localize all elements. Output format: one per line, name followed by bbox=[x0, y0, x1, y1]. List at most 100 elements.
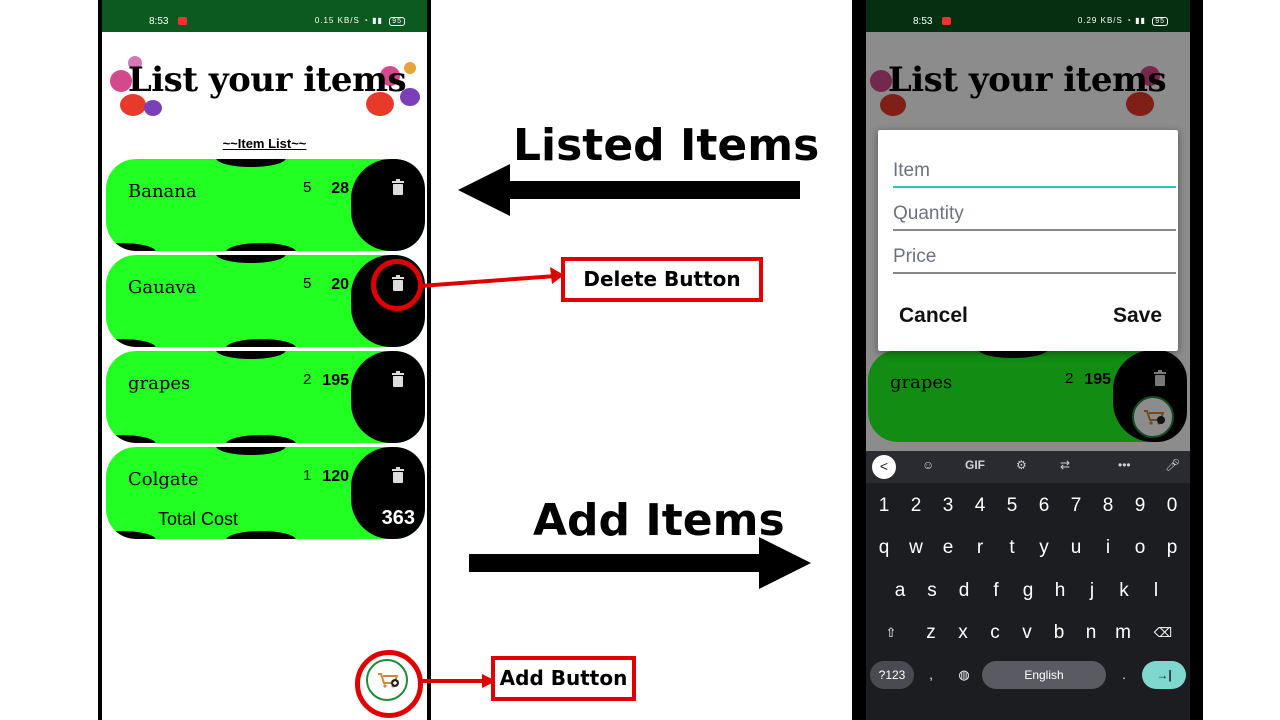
key-n[interactable]: n bbox=[1075, 616, 1107, 650]
card-decoration bbox=[216, 255, 286, 263]
key-c[interactable]: c bbox=[979, 616, 1011, 650]
status-icons: 0.15 KB/S ◔ ▮▮ 95 bbox=[315, 16, 405, 26]
backspace-key[interactable]: ⌫ bbox=[1147, 616, 1179, 650]
key-s[interactable]: s bbox=[916, 574, 948, 608]
key-f[interactable]: f bbox=[980, 574, 1012, 608]
period-key[interactable]: . bbox=[1108, 658, 1140, 692]
card-dark-panel bbox=[351, 159, 425, 251]
key-t[interactable]: t bbox=[996, 531, 1028, 565]
space-bar[interactable]: English bbox=[982, 661, 1106, 689]
total-cost-value: 363 bbox=[381, 507, 415, 529]
key-8[interactable]: 8 bbox=[1092, 489, 1124, 523]
translate-icon[interactable]: ⇄ bbox=[1060, 458, 1070, 472]
status-time: 8:53 bbox=[913, 16, 933, 27]
settings-icon[interactable]: ⚙ bbox=[1016, 458, 1027, 472]
collapse-icon[interactable]: < bbox=[872, 455, 896, 479]
key-k[interactable]: k bbox=[1108, 574, 1140, 608]
key-m[interactable]: m bbox=[1107, 616, 1139, 650]
key-3[interactable]: 3 bbox=[932, 489, 964, 523]
key-h[interactable]: h bbox=[1044, 574, 1076, 608]
wifi-icon: ◔ bbox=[1126, 16, 1132, 25]
status-bar: 8:53 0.29 KB/S ◔ ▮▮ 95 bbox=[866, 0, 1190, 32]
key-5[interactable]: 5 bbox=[996, 489, 1028, 523]
slide: 8:53 0.15 KB/S ◔ ▮▮ 95 List your items ~… bbox=[0, 0, 1280, 720]
add-button-highlight bbox=[355, 650, 423, 718]
key-2[interactable]: 2 bbox=[900, 489, 932, 523]
key-d[interactable]: d bbox=[948, 574, 980, 608]
item-name: Colgate bbox=[128, 469, 199, 490]
key-a[interactable]: a bbox=[884, 574, 916, 608]
mic-icon[interactable]: 🎤︎ bbox=[1165, 458, 1180, 472]
key-1[interactable]: 1 bbox=[868, 489, 900, 523]
key-j[interactable]: j bbox=[1076, 574, 1108, 608]
key-6[interactable]: 6 bbox=[1028, 489, 1060, 523]
key-g[interactable]: g bbox=[1012, 574, 1044, 608]
key-q[interactable]: q bbox=[868, 531, 900, 565]
key-i[interactable]: i bbox=[1092, 531, 1124, 565]
key-z[interactable]: z bbox=[915, 616, 947, 650]
key-y[interactable]: y bbox=[1028, 531, 1060, 565]
trash-icon[interactable] bbox=[391, 179, 405, 195]
more-icon[interactable]: ••• bbox=[1118, 458, 1131, 472]
card-decoration bbox=[226, 243, 296, 251]
comma-key[interactable]: , bbox=[915, 658, 947, 692]
key-b[interactable]: b bbox=[1043, 616, 1075, 650]
app-title: List your items bbox=[127, 60, 407, 100]
delete-callout-arrow bbox=[419, 267, 564, 288]
card-decoration bbox=[106, 339, 156, 347]
card-decoration bbox=[226, 339, 296, 347]
battery-icon: 95 bbox=[389, 17, 405, 26]
key-p[interactable]: p bbox=[1156, 531, 1188, 565]
quantity-field[interactable]: Quantity bbox=[893, 201, 1176, 231]
key-w[interactable]: w bbox=[900, 531, 932, 565]
item-field[interactable]: Item bbox=[893, 158, 1176, 188]
gif-button[interactable]: GIF bbox=[965, 458, 985, 472]
globe-icon[interactable]: ◍ bbox=[948, 658, 980, 692]
key-e[interactable]: e bbox=[932, 531, 964, 565]
key-9[interactable]: 9 bbox=[1124, 489, 1156, 523]
save-button[interactable]: Save bbox=[1113, 304, 1162, 328]
enter-key[interactable]: →| bbox=[1142, 661, 1186, 689]
signal-icon: ▮▮ bbox=[372, 16, 383, 25]
key-v[interactable]: v bbox=[1011, 616, 1043, 650]
list-item[interactable]: grapes 2 195 bbox=[106, 351, 425, 443]
delete-button-highlight bbox=[371, 259, 423, 311]
keyboard-toolbar: < ☺ GIF ⚙ ⇄ ••• 🎤︎ bbox=[866, 451, 1190, 483]
notification-icon bbox=[178, 17, 187, 25]
symbols-key[interactable]: ?123 bbox=[870, 661, 914, 689]
trash-icon[interactable] bbox=[391, 371, 405, 387]
flower-decoration bbox=[144, 100, 162, 116]
shift-key[interactable]: ⇧ bbox=[875, 616, 907, 650]
trash-icon[interactable] bbox=[391, 467, 405, 483]
sticker-icon[interactable]: ☺ bbox=[922, 458, 934, 472]
key-l[interactable]: l bbox=[1140, 574, 1172, 608]
list-item[interactable]: Banana 5 28 bbox=[106, 159, 425, 251]
signal-icon: ▮▮ bbox=[1135, 16, 1146, 25]
key-o[interactable]: o bbox=[1124, 531, 1156, 565]
list-item[interactable]: Colgate 1 120 Total Cost 363 bbox=[106, 447, 425, 539]
item-quantity: 1 bbox=[303, 467, 312, 484]
price-field[interactable]: Price bbox=[893, 244, 1176, 274]
add-items-arrow bbox=[469, 537, 811, 589]
key-x[interactable]: x bbox=[947, 616, 979, 650]
item-price: 120 bbox=[322, 468, 349, 485]
item-name: Gauava bbox=[128, 277, 197, 298]
app-banner: List your items bbox=[108, 48, 426, 122]
key-r[interactable]: r bbox=[964, 531, 996, 565]
battery-icon: 95 bbox=[1152, 17, 1168, 26]
card-dark-panel bbox=[351, 351, 425, 443]
key-0[interactable]: 0 bbox=[1156, 489, 1188, 523]
cancel-button[interactable]: Cancel bbox=[899, 304, 968, 328]
item-quantity: 5 bbox=[303, 179, 312, 196]
key-u[interactable]: u bbox=[1060, 531, 1092, 565]
key-4[interactable]: 4 bbox=[964, 489, 996, 523]
card-decoration bbox=[226, 435, 296, 443]
total-cost-label: Total Cost bbox=[158, 509, 239, 529]
card-decoration bbox=[106, 435, 156, 443]
wifi-icon: ◔ bbox=[363, 16, 369, 25]
network-speed: 0.15 KB/S bbox=[314, 16, 360, 25]
add-item-dialog: Item Quantity Price Cancel Save bbox=[878, 130, 1178, 351]
key-7[interactable]: 7 bbox=[1060, 489, 1092, 523]
item-name: grapes bbox=[128, 373, 191, 394]
status-bar: 8:53 0.15 KB/S ◔ ▮▮ 95 bbox=[102, 0, 427, 32]
